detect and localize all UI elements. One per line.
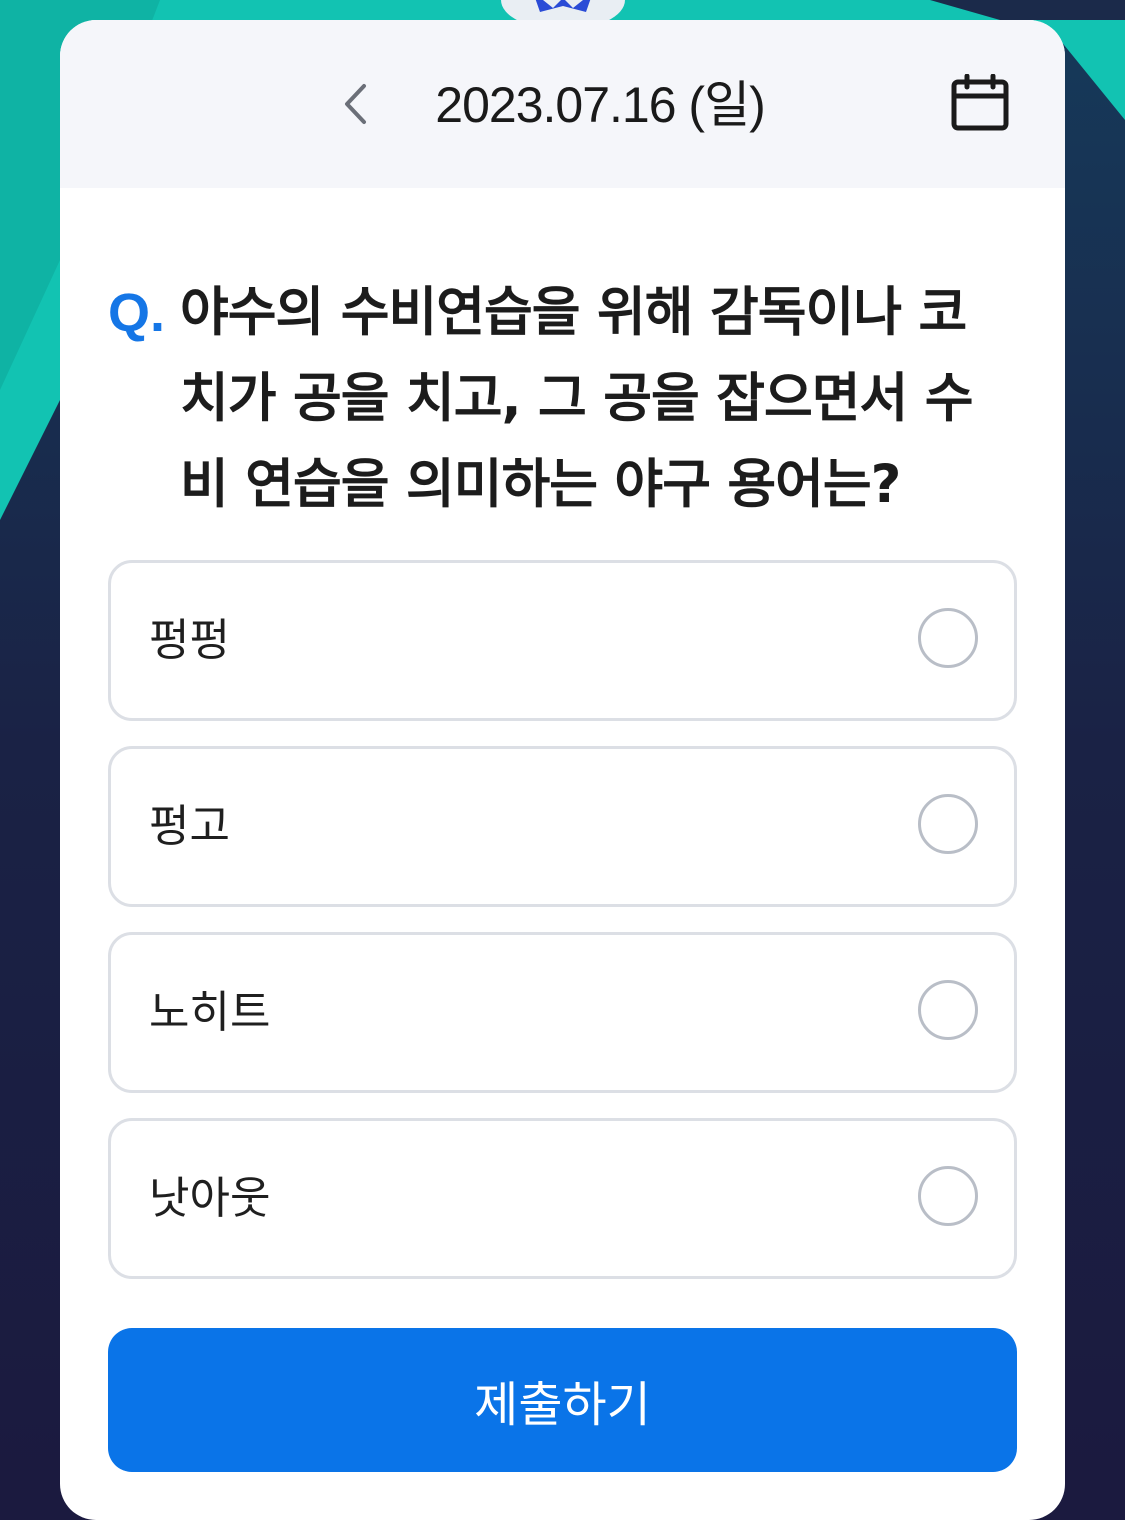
date-title: 2023.07.16 (일) xyxy=(435,77,765,133)
option-label: 낫아웃 xyxy=(149,1173,271,1224)
answer-option-2[interactable]: 펑고 xyxy=(108,746,1017,907)
radio-button[interactable] xyxy=(918,794,978,854)
question: Q. 야수의 수비연습을 위해 감독이나 코치가 공을 치고, 그 공을 잡으면… xyxy=(108,270,1008,528)
option-label: 펑고 xyxy=(149,801,230,852)
question-text: 야수의 수비연습을 위해 감독이나 코치가 공을 치고, 그 공을 잡으면서 수… xyxy=(180,282,973,515)
submit-button[interactable]: 제출하기 xyxy=(108,1328,1017,1472)
question-marker: Q. xyxy=(108,283,166,343)
quiz-card: 2023.07.16 (일) Q. 야수의 수비연습을 위해 감독이나 코치가 … xyxy=(60,20,1065,1520)
radio-button[interactable] xyxy=(918,1166,978,1226)
calendar-button[interactable] xyxy=(948,72,1012,136)
option-label: 펑펑 xyxy=(149,615,230,666)
answer-options: 펑펑 펑고 노히트 낫아웃 xyxy=(108,560,1017,1304)
option-label: 노히트 xyxy=(149,987,271,1038)
previous-day-button[interactable] xyxy=(330,72,380,136)
calendar-icon xyxy=(951,74,1009,131)
answer-option-1[interactable]: 펑펑 xyxy=(108,560,1017,721)
answer-option-3[interactable]: 노히트 xyxy=(108,932,1017,1093)
radio-button[interactable] xyxy=(918,980,978,1040)
radio-button[interactable] xyxy=(918,608,978,668)
date-header: 2023.07.16 (일) xyxy=(60,20,1065,188)
answer-option-4[interactable]: 낫아웃 xyxy=(108,1118,1017,1279)
chevron-left-icon xyxy=(345,84,366,124)
